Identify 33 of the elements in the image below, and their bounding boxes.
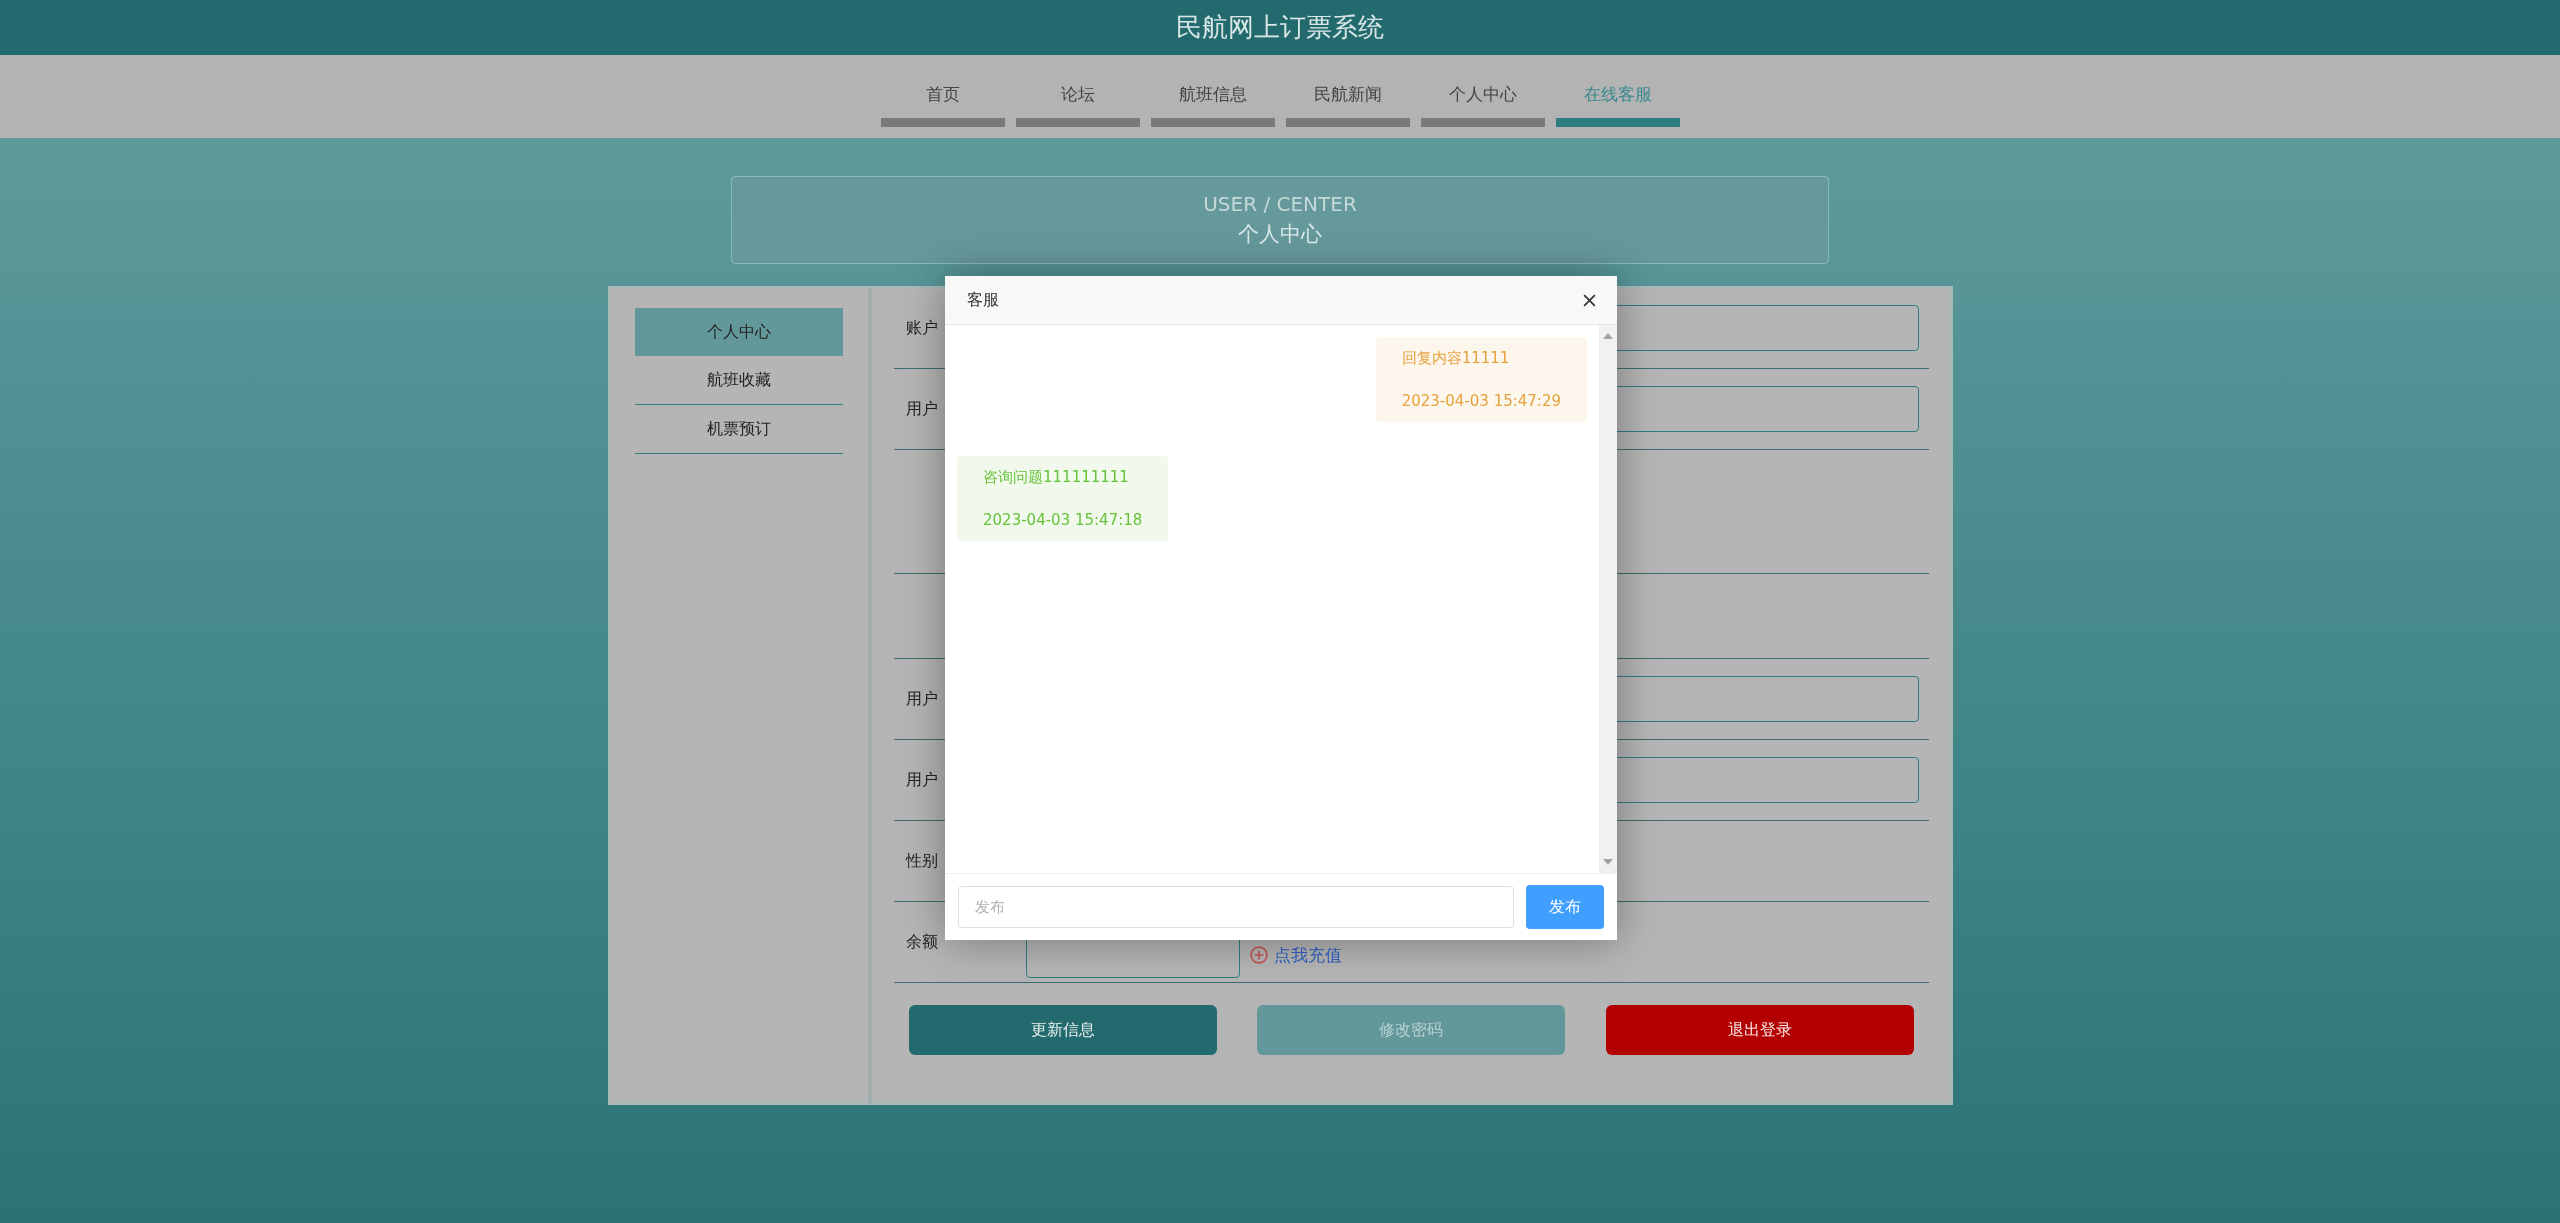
- nav-tab[interactable]: 民航新闻: [1285, 83, 1410, 127]
- message-text: 咨询问题111111111: [983, 468, 1130, 487]
- banner-subtitle: USER / CENTER: [1203, 192, 1357, 216]
- field-label: 性别: [904, 850, 939, 872]
- action-button[interactable]: 退出登录: [1605, 1005, 1914, 1055]
- message-input[interactable]: 发布: [958, 886, 1514, 928]
- close-icon[interactable]: [1582, 292, 1597, 308]
- nav-tab[interactable]: 首页: [880, 83, 1005, 127]
- nav-tab[interactable]: 论坛: [1015, 83, 1140, 127]
- scroll-down-icon[interactable]: [1603, 859, 1613, 865]
- field-label: 用户: [904, 398, 939, 420]
- scrollbar[interactable]: [1599, 325, 1617, 873]
- field-label: 用户: [904, 769, 939, 791]
- field-label: 余额: [904, 931, 939, 953]
- recharge-link[interactable]: 点我充值: [1249, 943, 1342, 967]
- nav-tab[interactable]: 个人中心: [1420, 83, 1545, 127]
- sidebar-item[interactable]: 个人中心: [634, 308, 843, 356]
- field-label: 用户: [904, 688, 939, 710]
- send-button[interactable]: 发布: [1526, 885, 1604, 929]
- plus-circle-icon: [1249, 946, 1268, 964]
- field-label: 账户: [904, 317, 939, 339]
- action-button[interactable]: 更新信息: [908, 1005, 1217, 1055]
- message-text: 回复内容11111: [1401, 349, 1511, 368]
- banner-title: 个人中心: [1238, 221, 1322, 248]
- nav-tab[interactable]: 航班信息: [1150, 83, 1275, 127]
- site-title: 民航网上订票系统: [1176, 11, 1384, 44]
- sidebar-item[interactable]: 航班收藏: [634, 356, 843, 405]
- dialog-title: 客服: [967, 289, 999, 311]
- sidebar-item[interactable]: 机票预订: [634, 405, 843, 454]
- message-time: 2023-04-03 15:47:18: [983, 511, 1143, 529]
- scroll-up-icon[interactable]: [1603, 333, 1613, 339]
- message-time: 2023-04-03 15:47:29: [1401, 392, 1561, 410]
- link-text[interactable]: 点我充值: [1273, 943, 1342, 967]
